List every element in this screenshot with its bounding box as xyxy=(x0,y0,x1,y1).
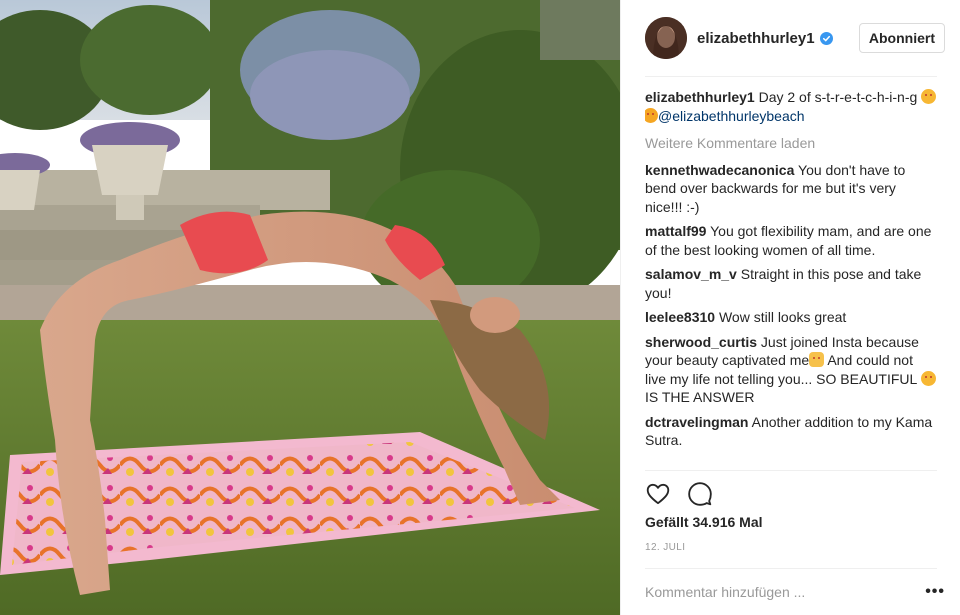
post-date: 12. JULI xyxy=(645,542,686,553)
comment-item: kennethwadecanonica You don't have to be… xyxy=(645,161,937,217)
heart-eyes-emoji-icon xyxy=(920,370,936,386)
post-details-panel: elizabethhurley1 Abonniert elizabethhurl… xyxy=(620,0,960,615)
comment-username[interactable]: salamov_m_v xyxy=(645,266,737,282)
comment-item: salamov_m_v Straight in this pose and ta… xyxy=(645,265,937,302)
comment-icon[interactable] xyxy=(687,481,713,507)
caption-text: Day 2 of s-t-r-e-t-c-h-i-n-g xyxy=(758,89,918,105)
username[interactable]: elizabethhurley1 xyxy=(697,30,815,47)
comment-item: sherwood_curtis Just joined Insta becaus… xyxy=(645,333,937,407)
comment-item: dctravelingman Another addition to my Ka… xyxy=(645,413,937,450)
kiss-emoji-icon xyxy=(921,89,937,104)
comment-username[interactable]: dctravelingman xyxy=(645,414,748,430)
comments-list: elizabethhurley1 Day 2 of s-t-r-e-t-c-h-… xyxy=(645,88,937,470)
comment-text: IS THE ANSWER xyxy=(645,389,755,405)
following-button[interactable]: Abonniert xyxy=(858,23,945,53)
comment-username[interactable]: leelee8310 xyxy=(645,309,715,325)
caption: elizabethhurley1 Day 2 of s-t-r-e-t-c-h-… xyxy=(645,88,937,125)
post-header: elizabethhurley1 Abonniert xyxy=(621,0,960,76)
add-comment-bar: ••• xyxy=(645,576,945,608)
heart-icon[interactable] xyxy=(645,481,671,507)
comment-username[interactable]: kennethwadecanonica xyxy=(645,162,794,178)
comment-username[interactable]: mattalf99 xyxy=(645,223,706,239)
post-image xyxy=(0,0,620,615)
likes-count[interactable]: Gefällt 34.916 Mal xyxy=(645,514,763,530)
comment-item: leelee8310 Wow still looks great xyxy=(645,308,937,327)
comment-box-divider xyxy=(645,568,937,569)
comment-item: mattalf99 You got flexibility mam, and a… xyxy=(645,222,937,259)
comment-username[interactable]: sherwood_curtis xyxy=(645,334,757,350)
add-comment-input[interactable] xyxy=(645,584,895,600)
caption-username[interactable]: elizabethhurley1 xyxy=(645,89,755,105)
load-more-comments-link[interactable]: Weitere Kommentare laden xyxy=(645,134,937,153)
post-photo[interactable] xyxy=(0,0,620,615)
verified-badge-icon xyxy=(819,31,833,45)
avatar[interactable] xyxy=(645,17,687,59)
post-actions xyxy=(645,480,729,508)
caption-mention-link[interactable]: @elizabethhurleybeach xyxy=(658,108,805,124)
header-divider xyxy=(645,76,937,77)
cat-emoji-icon xyxy=(809,352,825,367)
more-options-icon[interactable]: ••• xyxy=(925,583,945,601)
kiss-emoji-icon xyxy=(645,107,658,123)
comment-text: Wow still looks great xyxy=(718,309,847,325)
comments-divider xyxy=(645,470,937,471)
avatar-image xyxy=(645,17,687,59)
